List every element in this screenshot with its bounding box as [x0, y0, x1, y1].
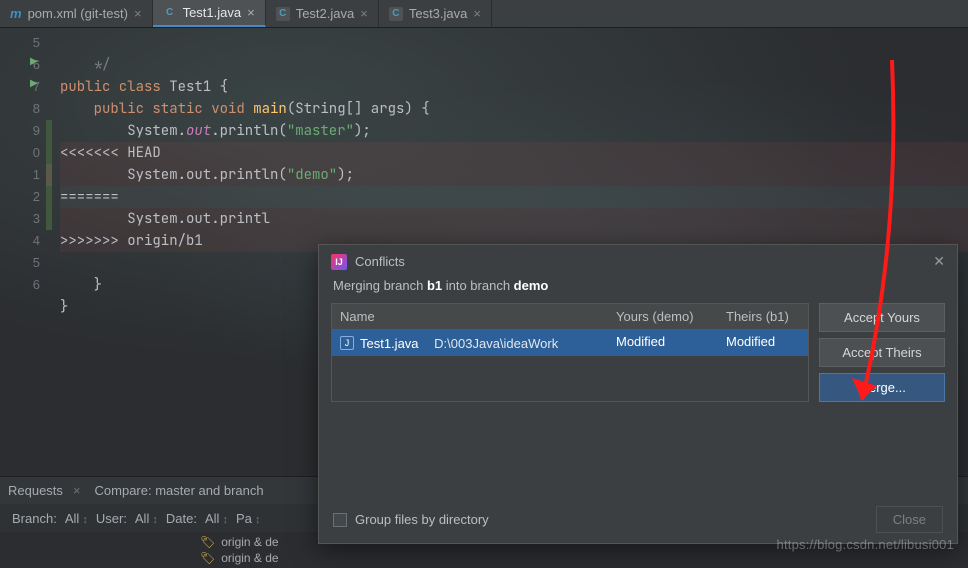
tab-label: pom.xml (git-test) [28, 6, 128, 21]
tab-test1[interactable]: C Test1.java × [153, 0, 266, 27]
tab-label: Test1.java [183, 5, 242, 20]
close-button[interactable]: Close [876, 506, 943, 533]
branch-filter[interactable]: All [65, 511, 88, 526]
dialog-titlebar: IJ Conflicts ✕ [319, 245, 957, 278]
run-gutter-icon[interactable]: ▶ [30, 78, 38, 89]
tab-label: Test2.java [296, 6, 355, 21]
accept-yours-button[interactable]: Accept Yours [819, 303, 945, 332]
java-class-icon: C [389, 7, 403, 21]
close-icon[interactable]: × [473, 6, 481, 21]
line-gutter: 5 6 7 8 9 0 1 2 3 4 5 6 [0, 28, 46, 408]
user-filter[interactable]: All [135, 511, 158, 526]
close-icon[interactable]: ✕ [933, 253, 945, 270]
close-icon[interactable]: × [73, 483, 81, 498]
java-class-icon: C [163, 6, 177, 20]
intellij-icon: IJ [331, 254, 347, 270]
java-class-icon: C [276, 7, 290, 21]
conflicts-table: Name Yours (demo) Theirs (b1) J Test1.ja… [331, 303, 809, 402]
close-icon[interactable]: × [134, 6, 142, 21]
dialog-subtitle: Merging branch b1 into branch demo [319, 278, 957, 303]
editor-tabbar: m pom.xml (git-test) × C Test1.java × C … [0, 0, 968, 28]
tag-icon: 🏷 [200, 551, 215, 565]
tab-test3[interactable]: C Test3.java × [379, 0, 492, 27]
close-icon[interactable]: × [360, 6, 368, 21]
date-filter[interactable]: All [205, 511, 228, 526]
run-gutter-icon[interactable]: ▶ [30, 56, 38, 67]
conflicts-dialog: IJ Conflicts ✕ Merging branch b1 into br… [318, 244, 958, 544]
tab-pom[interactable]: m pom.xml (git-test) × [0, 0, 153, 27]
dialog-actions: Accept Yours Accept Theirs Merge... [819, 303, 945, 402]
accept-theirs-button[interactable]: Accept Theirs [819, 338, 945, 367]
checkbox-icon [333, 513, 347, 527]
java-file-icon: J [340, 336, 354, 350]
dialog-title: Conflicts [355, 254, 405, 269]
paths-filter[interactable]: Pa [236, 511, 260, 526]
tab-test2[interactable]: C Test2.java × [266, 0, 379, 27]
ref-tag[interactable]: 🏷origin & de [200, 535, 279, 549]
tooltab-compare[interactable]: Compare: master and branch [95, 483, 264, 498]
table-row[interactable]: J Test1.java D:\003Java\ideaWork Modifie… [332, 329, 808, 356]
merge-button[interactable]: Merge... [819, 373, 945, 402]
tag-icon: 🏷 [200, 535, 215, 549]
tooltab-requests[interactable]: Requests [8, 483, 63, 498]
close-icon[interactable]: × [247, 5, 255, 20]
ref-tag[interactable]: 🏷origin & de [200, 551, 279, 565]
branch-refs: 🏷origin & de 🏷origin & de [200, 532, 279, 568]
watermark: https://blog.csdn.net/libusi001 [777, 537, 954, 552]
maven-icon: m [10, 6, 22, 21]
table-header: Name Yours (demo) Theirs (b1) [332, 304, 808, 329]
group-by-directory-checkbox[interactable]: Group files by directory [333, 512, 489, 527]
tab-label: Test3.java [409, 6, 468, 21]
